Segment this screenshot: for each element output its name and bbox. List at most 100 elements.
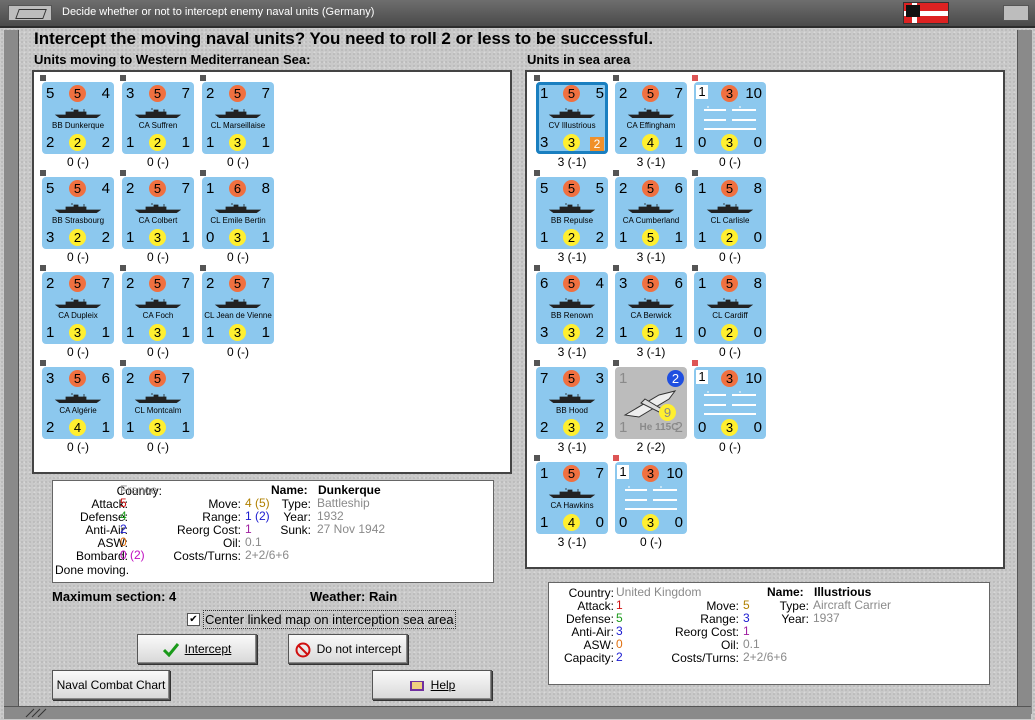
unit-value-tr: 10 [745,85,762,102]
do-not-intercept-button[interactable]: Do not intercept [288,634,408,664]
unit-counter[interactable]: 1 5 8 CL Cardiff 2 0 0 0 (-) [691,264,766,359]
ship-silhouette-icon [548,488,596,498]
ship-silhouette-icon [214,108,262,118]
unit-counter[interactable]: 2 5 6 CA Cumberland 5 1 1 3 (-1) [612,169,687,264]
unit-value-bl: 1 [619,229,628,246]
unit-counter[interactable]: 5 5 4 BB Strasbourg 2 3 2 0 (-) [39,169,114,264]
unit-attack-value: 5 [563,85,580,102]
unit-marker-icon [533,454,541,462]
unit-loss-label: 3 (-1) [636,250,666,264]
unit-value-tl: 2 [619,85,628,102]
unit-defense-value: 3 [721,419,738,436]
unit-loss-label: 0 (-) [227,250,249,264]
unit-counter[interactable]: 3 5 7 CA Suffren 2 1 1 0 (-) [119,74,194,169]
intercept-button[interactable]: Intercept [137,634,257,664]
unit-value-br: 1 [101,324,110,341]
close-button[interactable] [1003,5,1029,21]
unit-defense-value: 3 [721,134,738,151]
unit-value-br: 1 [674,229,683,246]
unit-status: Done moving. [55,563,130,577]
unit-value-tl: 2 [126,275,135,292]
unit-counter[interactable]: 1 3 10 3 0 0 0 (-) [612,454,687,549]
unit-value-bl: 1 [206,134,215,151]
unit-defense-value: 3 [229,134,246,151]
unit-attack-value: 3 [721,85,738,102]
unit-counter[interactable]: 5 5 5 BB Repulse 2 1 2 3 (-1) [533,169,608,264]
unit-attack-value: 5 [563,370,580,387]
unit-value-br: 1 [181,134,190,151]
unit-loss-label: 0 (-) [719,440,741,454]
unit-counter[interactable]: 2 5 7 CL Jean de Vienne 3 1 1 0 (-) [199,264,274,359]
unit-defense-value: 4 [642,134,659,151]
center-map-checkbox[interactable]: ✔ [187,613,200,626]
unit-counter[interactable]: 6 5 4 BB Renown 3 3 2 3 (-1) [533,264,608,359]
system-menu-button[interactable] [8,5,52,21]
unit-counter[interactable]: 2 5 7 CA Colbert 3 1 1 0 (-) [119,169,194,264]
unit-value-tl: 1 [698,180,707,197]
unit-value-tr: 5 [595,85,604,102]
unit-defense-value: 3 [149,324,166,341]
unit-value-bl: 3 [46,229,55,246]
unit-counter[interactable]: 2 5 7 CA Effingham 4 2 1 3 (-1) [612,74,687,169]
unit-counter[interactable]: 5 5 4 BB Dunkerque 2 2 2 0 (-) [39,74,114,169]
unit-marker-icon [691,169,699,177]
unit-name: CA Cumberland [622,216,680,225]
unit-marker-icon [533,74,541,82]
unit-value-br: 2 [674,419,683,436]
unit-value-br: 2 [595,229,604,246]
unit-counter[interactable]: 1 3 10 3 0 0 0 (-) [691,359,766,454]
unit-value-tl: 1 [698,275,707,292]
naval-combat-chart-button[interactable]: Naval Combat Chart [52,670,170,700]
unit-defense-value: 2 [149,134,166,151]
resize-grip-icon[interactable] [24,708,64,718]
sea-area-units-panel[interactable]: 1 5 5 CV Illustrious 3 3 2 3 (-1) 2 5 7 CA Effingha… [525,70,1005,569]
center-map-checkbox-label[interactable]: Center linked map on interception sea ar… [203,610,456,629]
unit-value-br: 1 [261,134,270,151]
ship-silhouette-icon [134,298,182,308]
unit-counter[interactable]: 2 5 7 CA Dupleix 3 1 1 0 (-) [39,264,114,359]
unit-attack-value: 6 [229,180,246,197]
unit-value-bl: 3 [540,134,549,151]
unit-name: CL Montcalm [134,406,182,415]
unit-name: CA Algérie [59,406,97,415]
ship-silhouette-icon [706,298,754,308]
unit-name: BB Renown [550,311,594,320]
unit-defense-value: 3 [149,229,166,246]
unit-value-bl: 1 [206,324,215,341]
unit-value-tr: 8 [753,275,762,292]
ship-silhouette-icon [214,203,262,213]
unit-counter[interactable]: 1 5 8 CL Carlisle 2 1 0 0 (-) [691,169,766,264]
unit-value-bl: 1 [698,229,707,246]
unit-loss-label: 3 (-1) [557,440,587,454]
ship-group-icon [704,391,756,415]
unit-name: CA Foch [142,311,174,320]
unit-defense-value: 3 [69,324,86,341]
unit-counter[interactable]: 3 5 6 CA Algérie 4 2 1 0 (-) [39,359,114,454]
unit-marker-icon [612,454,620,462]
unit-attack-value: 5 [69,180,86,197]
unit-value-br: 1 [261,229,270,246]
unit-counter[interactable]: 2 5 7 CL Marseillaise 3 1 1 0 (-) [199,74,274,169]
help-button[interactable]: Help [372,670,492,700]
help-book-icon [409,680,424,691]
unit-defense-value: 3 [563,419,580,436]
unit-counter[interactable]: 1 5 5 CV Illustrious 3 3 2 3 (-1) [533,74,608,169]
unit-counter[interactable]: 1 2 He 115C 9 1 2 2 (-2) [612,359,687,454]
unit-counter[interactable]: 1 5 7 CA Hawkins 4 1 0 3 (-1) [533,454,608,549]
unit-counter[interactable]: 1 6 8 CL Emile Bertin 3 0 1 0 (-) [199,169,274,264]
moving-units-panel[interactable]: 5 5 4 BB Dunkerque 2 2 2 0 (-) 3 5 7 CA Suffren 2 1 1 0… [32,70,512,474]
unit-value-tr: 7 [674,85,683,102]
unit-counter[interactable]: 2 5 7 CA Foch 3 1 1 0 (-) [119,264,194,359]
unit-marker-icon [612,264,620,272]
unit-value-br: 2 [101,229,110,246]
unit-counter[interactable]: 7 5 3 BB Hood 3 2 2 3 (-1) [533,359,608,454]
unit-attack-value: 5 [721,180,738,197]
unit-loss-label: 0 (-) [147,345,169,359]
unit-counter[interactable]: 2 5 7 CL Montcalm 3 1 1 0 (-) [119,359,194,454]
ship-silhouette-icon [548,108,596,118]
unit-counter[interactable]: 1 3 10 3 0 0 0 (-) [691,74,766,169]
unit-value-tr: 8 [261,180,270,197]
window-title: Decide whether or not to intercept enemy… [62,6,375,18]
unit-value-br: 1 [101,419,110,436]
unit-counter[interactable]: 3 5 6 CA Berwick 5 1 1 3 (-1) [612,264,687,359]
